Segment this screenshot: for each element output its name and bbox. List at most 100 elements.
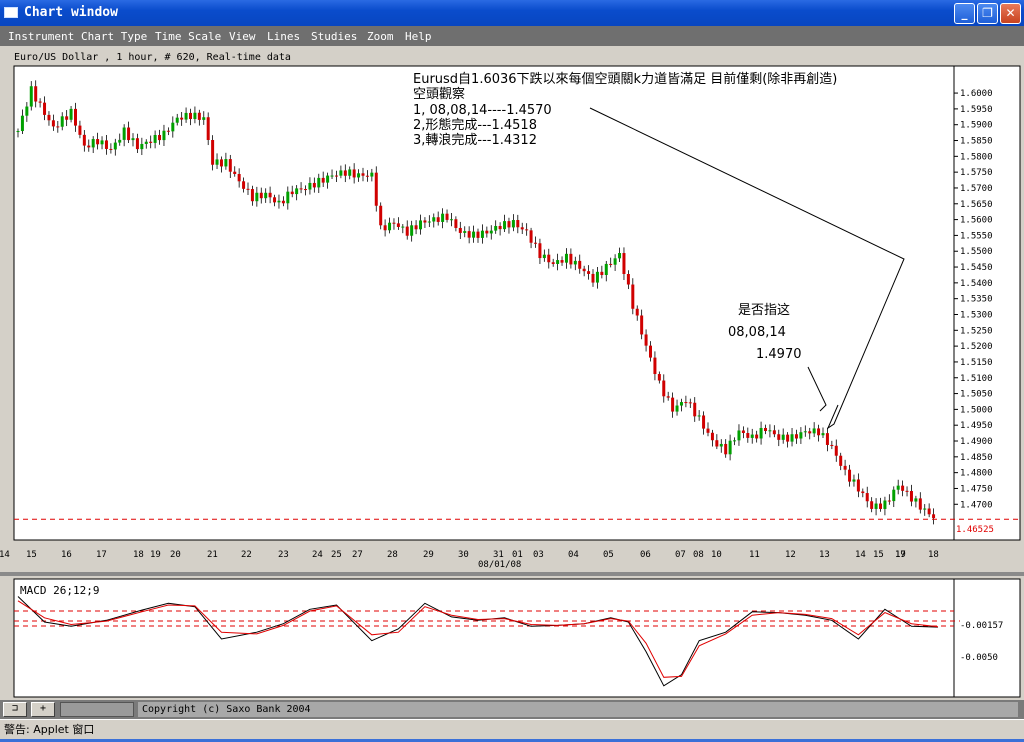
candle-body: [825, 433, 829, 445]
candle-body: [149, 141, 153, 143]
candle-body: [697, 415, 701, 417]
candle-body: [520, 227, 524, 230]
y-tick-label: 1.4950: [960, 421, 993, 431]
candle-body: [436, 217, 440, 222]
y-tick-label: 1.5850: [960, 137, 993, 147]
candle-body: [131, 138, 135, 141]
chart-canvas[interactable]: 1.6000 1.5950 1.5900 1.5850 1.5800 1.5750 1.57…: [0, 0, 1024, 742]
candle-body: [737, 430, 741, 441]
candle-body: [848, 469, 852, 482]
candle-body: [158, 134, 162, 141]
pin-icon[interactable]: ⊐: [3, 702, 27, 717]
candle-body: [135, 138, 139, 150]
candle-body: [476, 231, 480, 238]
candle-body: [286, 191, 290, 204]
candle-body: [750, 434, 754, 438]
x-tick-label: 01: [512, 550, 523, 560]
candle-body: [171, 122, 175, 132]
crosshair-icon[interactable]: +: [31, 702, 55, 717]
macd-panel: [13, 578, 955, 698]
candle-body: [463, 231, 467, 233]
candle-body: [768, 430, 772, 432]
candle-body: [419, 220, 422, 230]
candle-body: [503, 221, 507, 230]
x-tick-label: 15: [26, 550, 37, 560]
candle-body: [892, 489, 896, 502]
candle-body: [534, 242, 537, 244]
candle-body: [410, 225, 414, 236]
candle-body: [498, 225, 502, 230]
candle-body: [259, 192, 263, 199]
candle-body: [383, 225, 387, 231]
candle-body: [551, 262, 555, 264]
candle-body: [896, 485, 900, 490]
candle-body: [715, 440, 719, 447]
candle-body: [480, 230, 484, 238]
y-tick-label: 1.6000: [960, 89, 993, 99]
x-tick-label: 12: [785, 550, 796, 560]
macd-axis: [953, 578, 1021, 698]
candle-body: [794, 434, 798, 439]
candle-body: [175, 117, 179, 123]
candle-body: [78, 125, 82, 135]
panel-splitter[interactable]: [0, 572, 1024, 576]
x-tick-label: 17: [96, 550, 107, 560]
candle-body: [91, 139, 95, 148]
candle-body: [365, 175, 369, 177]
candle-body: [38, 101, 42, 103]
candle-body: [312, 182, 316, 188]
x-tick-label: 10: [711, 550, 722, 560]
candle-body: [839, 455, 843, 466]
macd-tick-label: -0.0050: [960, 653, 998, 663]
candle-body: [246, 188, 250, 190]
candle-body: [918, 498, 922, 510]
candle-body: [613, 258, 617, 265]
candle-body: [675, 405, 679, 412]
x-tick-label: 28: [387, 550, 398, 560]
candle-body: [427, 221, 431, 223]
candle-body: [432, 217, 436, 222]
candle-body: [228, 159, 232, 172]
annotation-line-3: 1, 08,08,14----1.4570: [413, 103, 552, 118]
candle-body: [180, 117, 184, 120]
candle-body: [304, 189, 307, 191]
candle-body: [348, 169, 352, 176]
candle-body: [317, 177, 321, 188]
candle-body: [370, 172, 374, 177]
candle-body: [29, 86, 33, 107]
candle-body: [843, 465, 847, 470]
candle-body: [781, 434, 785, 440]
candle-body: [242, 181, 246, 189]
candle-body: [153, 134, 157, 143]
candle-body: [388, 222, 392, 231]
x-tick-label: 03: [533, 550, 544, 560]
y-tick-label: 1.4850: [960, 453, 993, 463]
candle-body: [861, 491, 865, 494]
candle-body: [799, 432, 803, 439]
y-tick-label: 1.4900: [960, 437, 993, 447]
x-tick-label: 30: [458, 550, 469, 560]
candle-body: [127, 127, 131, 141]
y-tick-label: 1.5050: [960, 390, 993, 400]
candle-body: [622, 253, 626, 275]
y-tick-label: 1.5650: [960, 200, 993, 210]
candle-body: [856, 479, 860, 492]
y-tick-label: 1.5700: [960, 184, 993, 194]
candle-body: [733, 440, 737, 442]
candle-body: [578, 260, 582, 269]
candle-body: [883, 500, 887, 509]
candle-body: [741, 430, 745, 434]
candle-body: [445, 213, 449, 220]
candle-body: [803, 431, 807, 433]
candle-body: [560, 260, 564, 263]
candle-body: [233, 171, 237, 174]
candle-body: [595, 271, 599, 283]
candle-body: [357, 173, 361, 178]
x-tick-label: 04: [568, 550, 579, 560]
x-tick-label: 15: [873, 550, 884, 560]
candle-body: [273, 197, 277, 203]
candle-body: [702, 415, 706, 429]
y-tick-label: 1.5150: [960, 358, 993, 368]
candle-body: [923, 508, 927, 510]
candle-body: [887, 500, 891, 502]
